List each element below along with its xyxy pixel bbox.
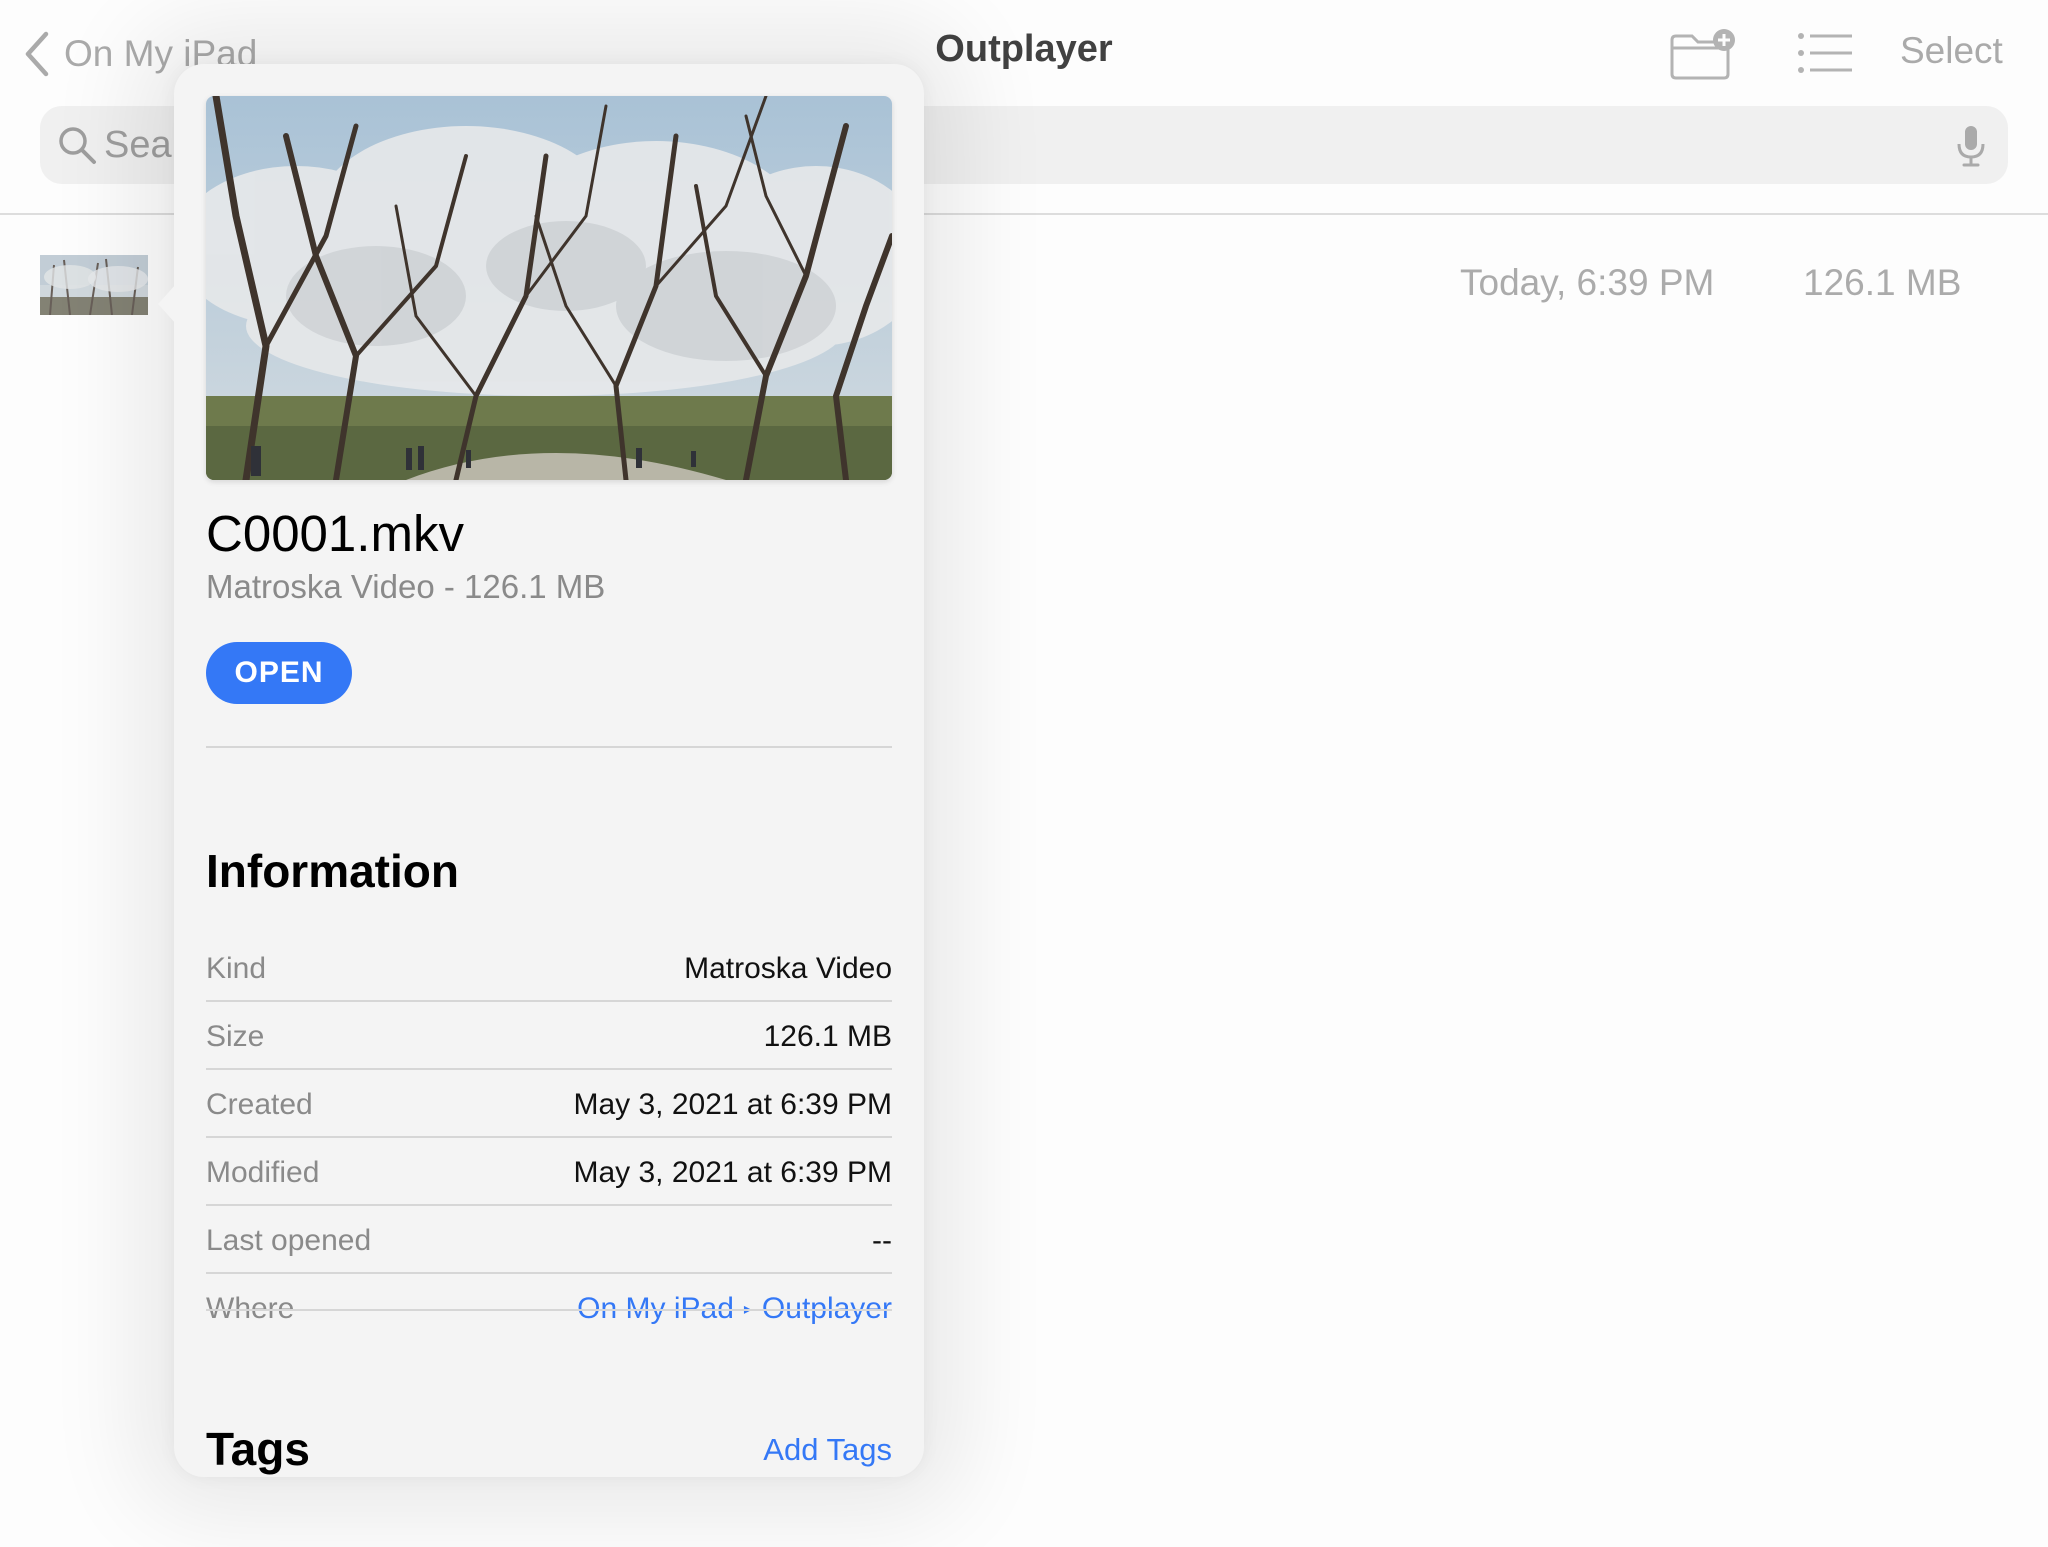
info-label: Created [206, 1088, 313, 1121]
information-list: Kind Matroska Video Size 126.1 MB Create… [206, 934, 892, 1340]
video-thumbnail-image [40, 255, 148, 315]
information-heading: Information [206, 845, 459, 897]
info-row-where: Where On My iPad▸Outplayer [206, 1274, 892, 1340]
divider [206, 746, 892, 748]
info-value: Matroska Video [684, 952, 892, 985]
info-row-kind: Kind Matroska Video [206, 934, 892, 1002]
popover-arrow [158, 284, 176, 324]
info-row-last-opened: Last opened -- [206, 1206, 892, 1274]
info-value: May 3, 2021 at 6:39 PM [573, 1156, 892, 1189]
folder-plus-icon[interactable] [1668, 26, 1738, 82]
info-row-modified: Modified May 3, 2021 at 6:39 PM [206, 1138, 892, 1206]
info-label: Last opened [206, 1224, 372, 1257]
info-row-size: Size 126.1 MB [206, 1002, 892, 1070]
divider [206, 1309, 892, 1311]
tags-heading: Tags [206, 1423, 310, 1475]
info-value: -- [872, 1224, 892, 1257]
video-preview-image [206, 96, 892, 480]
info-value: May 3, 2021 at 6:39 PM [573, 1088, 892, 1121]
info-label: Size [206, 1020, 265, 1053]
info-label: Kind [206, 952, 267, 985]
microphone-icon[interactable] [1956, 124, 1986, 168]
select-button[interactable]: Select [1900, 30, 2003, 72]
info-value: 126.1 MB [763, 1020, 892, 1053]
file-modified-date: Today, 6:39 PM [1460, 262, 1715, 303]
info-label: Modified [206, 1156, 320, 1189]
search-icon [59, 127, 96, 164]
file-size: 126.1 MB [1803, 262, 1962, 303]
file-preview [206, 96, 892, 480]
add-tags-button[interactable]: Add Tags [763, 1432, 892, 1468]
open-button[interactable]: OPEN [206, 642, 352, 704]
list-icon[interactable] [1796, 28, 1854, 78]
info-row-created: Created May 3, 2021 at 6:39 PM [206, 1070, 892, 1138]
chevron-left-icon [25, 31, 49, 77]
file-info-popover: C0001.mkv Matroska Video - 126.1 MB OPEN… [158, 64, 924, 1477]
file-thumbnail [40, 255, 148, 315]
file-kind-size: Matroska Video - 126.1 MB [206, 568, 606, 605]
file-name: C0001.mkv [206, 505, 464, 562]
